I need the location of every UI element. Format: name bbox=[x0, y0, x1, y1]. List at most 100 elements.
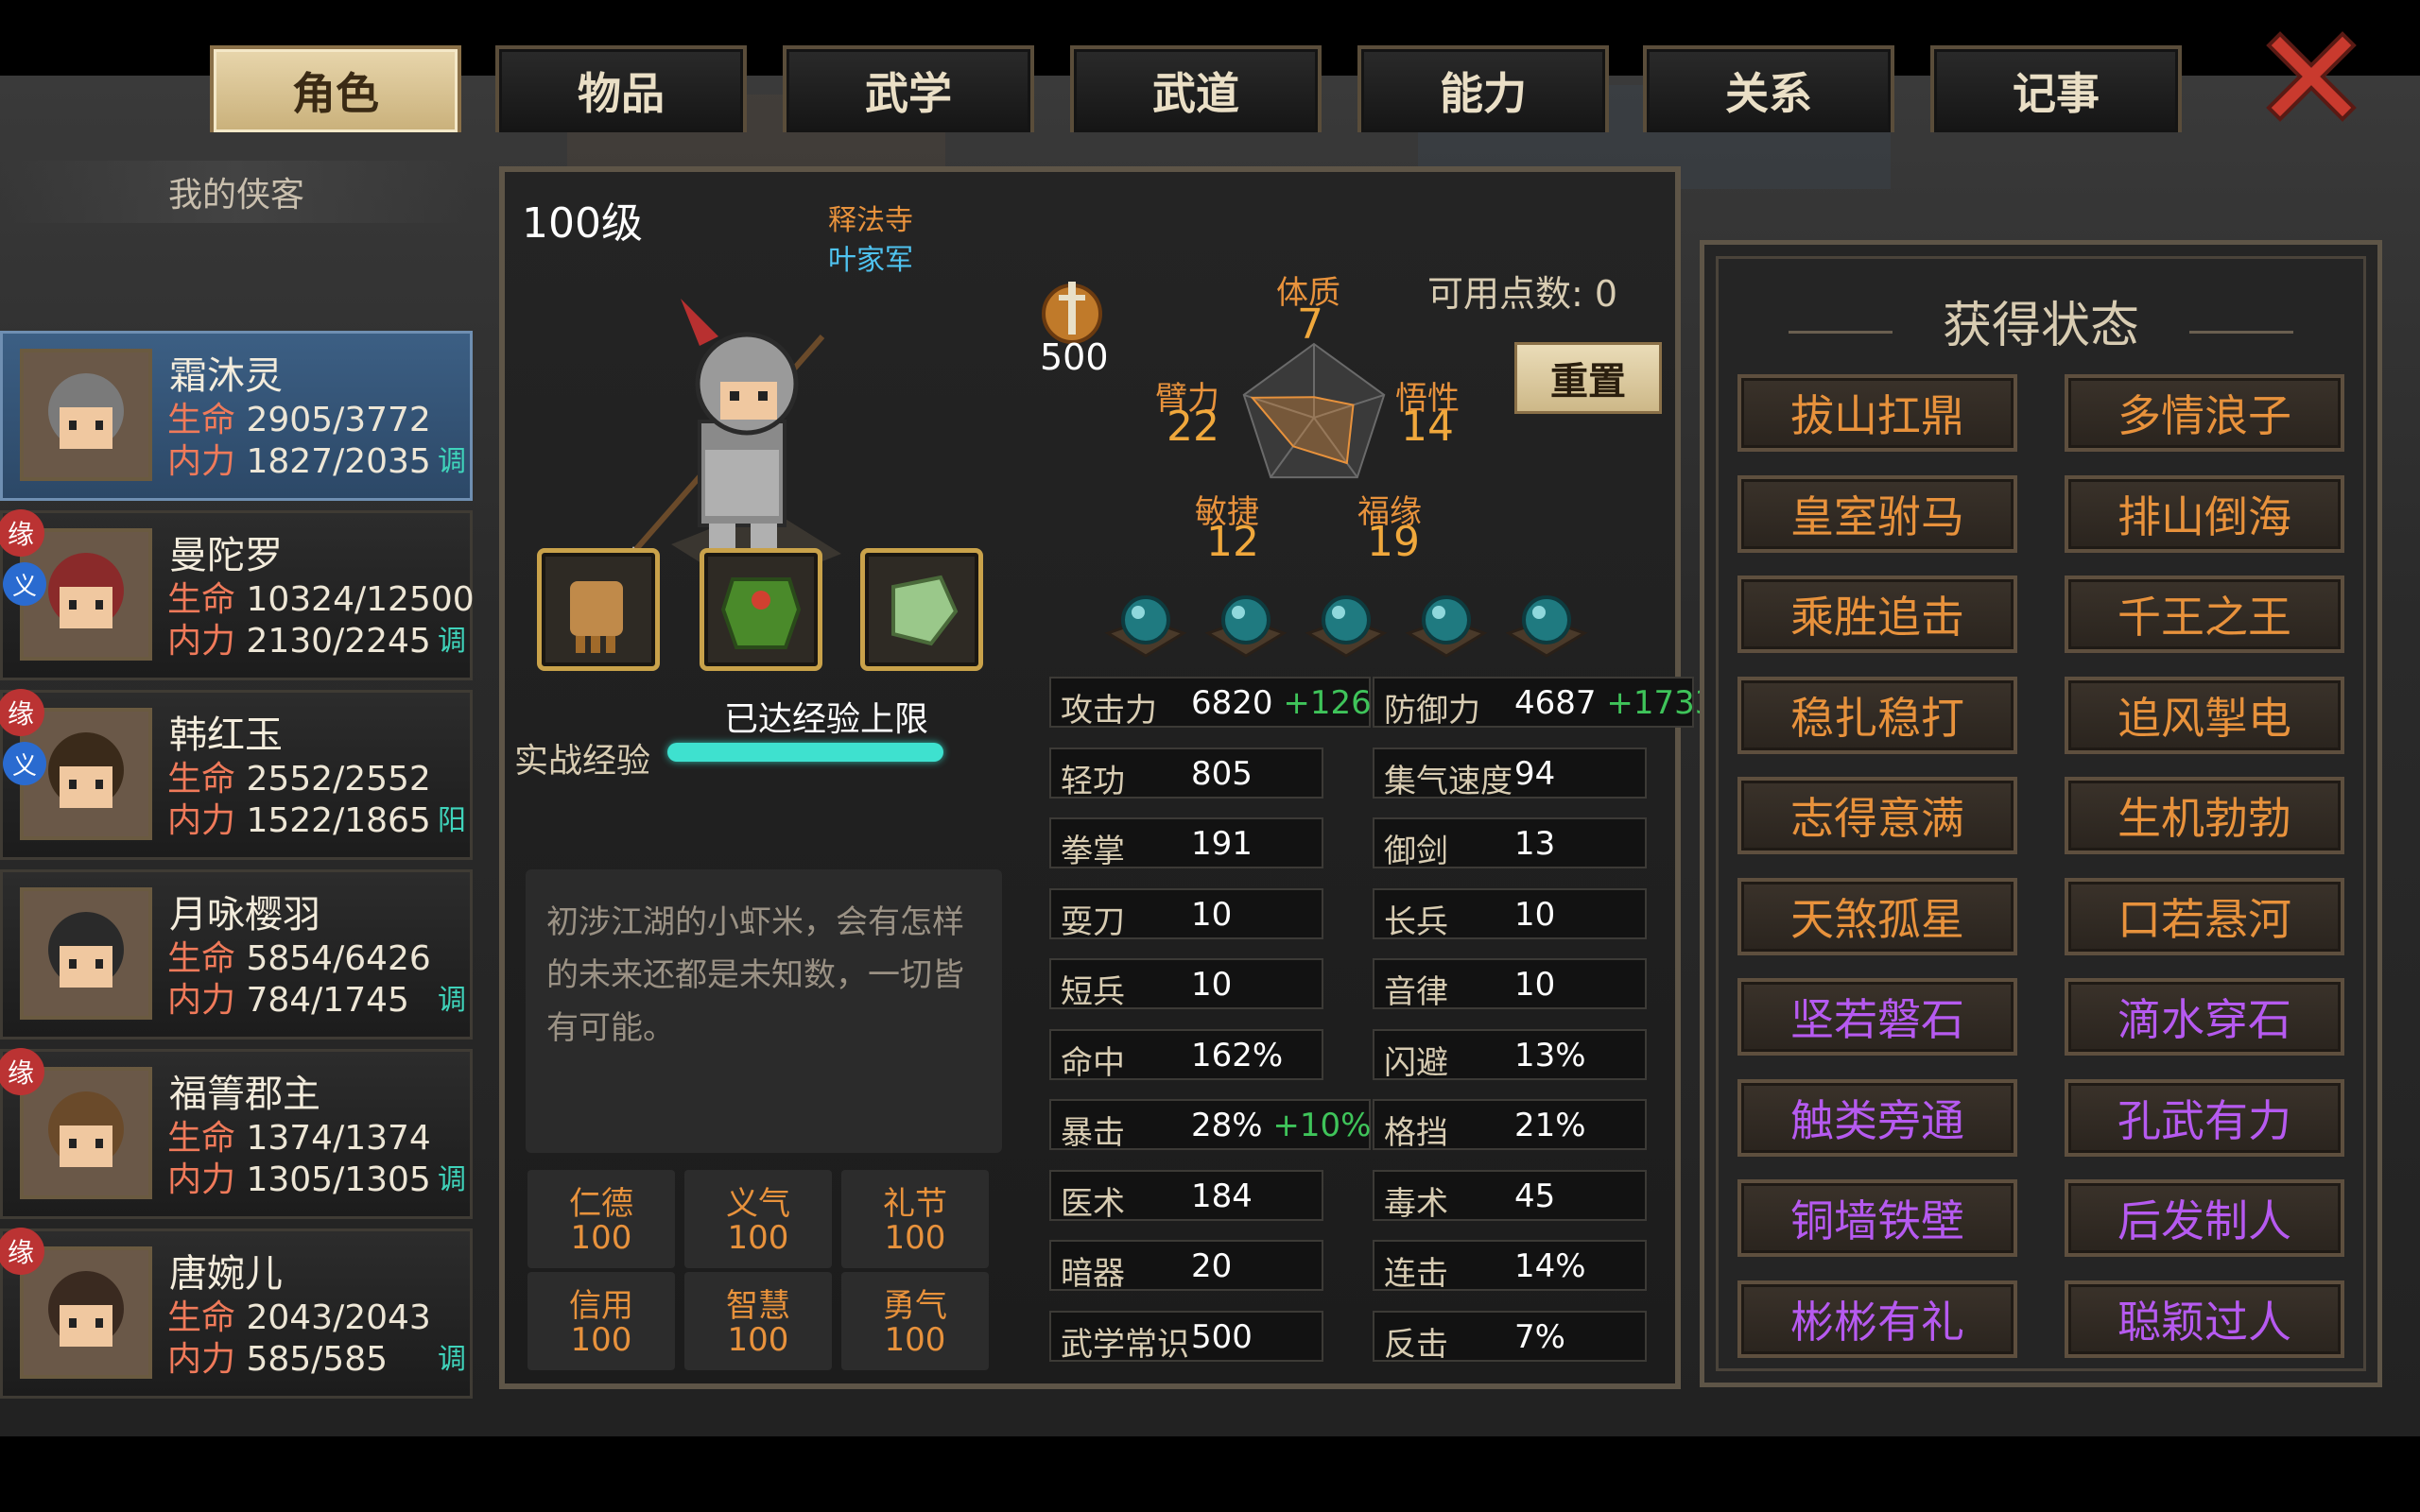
stat-value: 10 bbox=[1514, 896, 1555, 934]
roster-hero[interactable]: 缘义曼陀罗 生命 10324/12500 内力 2130/2245 调 bbox=[0, 509, 475, 680]
available-points-label: 可用点数: bbox=[1427, 273, 1583, 315]
gem-slot-icon[interactable] bbox=[1204, 586, 1288, 662]
status-trait-button[interactable]: 孔武有力 bbox=[2065, 1078, 2344, 1157]
virtue-name: 智慧 bbox=[726, 1287, 790, 1325]
roster-hero[interactable]: 月咏樱羽 生命 5854/6426 内力 784/1745 调 bbox=[0, 869, 473, 1040]
stat-number: 94 bbox=[1514, 754, 1556, 793]
stat-name: 耍刀 bbox=[1061, 902, 1125, 941]
available-points: 可用点数: 0 bbox=[1427, 265, 1617, 317]
roster-hero[interactable]: 缘义韩红玉 生命 2552/2552 内力 1522/1865 阳 bbox=[0, 689, 473, 860]
stat-name: 轻功 bbox=[1061, 762, 1125, 800]
exp-bar bbox=[667, 743, 943, 762]
virtue-stat: 勇气 100 bbox=[841, 1272, 989, 1370]
status-trait-button[interactable]: 滴水穿石 bbox=[2065, 978, 2344, 1056]
available-points-value: 0 bbox=[1594, 273, 1618, 315]
equip-slot-accessory[interactable] bbox=[860, 548, 983, 671]
hero-tag[interactable]: 阳 bbox=[438, 797, 466, 838]
status-trait-button[interactable]: 生机勃勃 bbox=[2065, 777, 2344, 854]
gloves-icon bbox=[570, 581, 623, 653]
stat-value: 20 bbox=[1191, 1247, 1232, 1285]
status-trait-button[interactable]: 乘胜追击 bbox=[1737, 576, 2017, 653]
status-trait-button[interactable]: 追风掣电 bbox=[2065, 676, 2344, 754]
close-icon[interactable] bbox=[2259, 25, 2363, 129]
stat-number: 191 bbox=[1191, 825, 1253, 863]
hero-tag[interactable]: 调 bbox=[438, 1335, 466, 1377]
stat-row: 武学常识 500 bbox=[1049, 1310, 1323, 1364]
stat-value: 45 bbox=[1514, 1177, 1555, 1215]
stat-number: 10 bbox=[1191, 966, 1233, 1004]
mp-value: 784/1745 bbox=[246, 981, 409, 1020]
virtue-stat: 礼节 100 bbox=[841, 1170, 989, 1268]
hero-tag[interactable]: 调 bbox=[438, 438, 466, 479]
roster-hero[interactable]: 缘唐婉儿 生命 2043/2043 内力 585/585 调 bbox=[0, 1228, 473, 1399]
tab-martial-arts[interactable]: 武学 bbox=[783, 45, 1034, 132]
tab-character[interactable]: 角色 bbox=[210, 45, 461, 132]
virtue-name: 礼节 bbox=[883, 1185, 947, 1223]
status-trait-button[interactable]: 铜墙铁壁 bbox=[1737, 1179, 2017, 1257]
status-trait-button[interactable]: 彬彬有礼 bbox=[1737, 1280, 2017, 1358]
hero-tag[interactable]: 调 bbox=[438, 617, 466, 659]
stat-name: 毒术 bbox=[1384, 1184, 1448, 1223]
status-trait-button[interactable]: 志得意满 bbox=[1737, 777, 2017, 854]
mp-label: 内力 bbox=[167, 1340, 236, 1379]
status-trait-button[interactable]: 天煞孤星 bbox=[1737, 877, 2017, 955]
stat-row: 反击 7% bbox=[1373, 1310, 1647, 1364]
stat-row: 连击 14% bbox=[1373, 1240, 1647, 1293]
roster-hero[interactable]: 霜沐灵 生命 2905/3772 内力 1827/2035 调 bbox=[0, 331, 473, 501]
status-trait-button[interactable]: 拔山扛鼎 bbox=[1737, 374, 2017, 452]
hero-tag[interactable]: 调 bbox=[438, 976, 466, 1018]
stat-name: 连击 bbox=[1384, 1255, 1448, 1293]
status-trait-button[interactable]: 排山倒海 bbox=[2065, 474, 2344, 553]
hero-mp: 内力 1305/1305 bbox=[167, 1152, 431, 1201]
tab-journal[interactable]: 记事 bbox=[1930, 45, 2182, 132]
tab-relations[interactable]: 关系 bbox=[1643, 45, 1894, 132]
stat-name: 闪避 bbox=[1384, 1043, 1448, 1082]
mp-label: 内力 bbox=[167, 622, 236, 661]
stat-number: 20 bbox=[1191, 1247, 1233, 1285]
status-trait-button[interactable]: 坚若磐石 bbox=[1737, 978, 2017, 1056]
equip-slot-armor[interactable] bbox=[700, 548, 822, 671]
virtue-name: 信用 bbox=[569, 1287, 633, 1325]
status-trait-button[interactable]: 稳扎稳打 bbox=[1737, 676, 2017, 754]
stat-name: 集气速度 bbox=[1384, 762, 1512, 800]
mp-label: 内力 bbox=[167, 442, 236, 481]
attribute-value: 19 bbox=[1367, 518, 1420, 566]
status-trait-button[interactable]: 后发制人 bbox=[2065, 1179, 2344, 1257]
status-trait-button[interactable]: 千王之王 bbox=[2065, 576, 2344, 653]
stat-value: 28% +10% bbox=[1191, 1107, 1371, 1144]
stat-number: 13% bbox=[1514, 1036, 1586, 1074]
status-trait-button[interactable]: 触类旁通 bbox=[1737, 1078, 2017, 1157]
gem-slot-icon[interactable] bbox=[1405, 586, 1488, 662]
stat-row: 集气速度 94 bbox=[1373, 747, 1647, 800]
virtue-stat: 义气 100 bbox=[684, 1170, 832, 1268]
stat-name: 反击 bbox=[1384, 1325, 1448, 1364]
status-trait-button[interactable]: 皇室驸马 bbox=[1737, 474, 2017, 553]
stat-row: 医术 184 bbox=[1049, 1169, 1323, 1223]
attribute-value: 12 bbox=[1206, 518, 1259, 566]
stat-number: 7% bbox=[1514, 1317, 1565, 1356]
stat-name: 防御力 bbox=[1384, 692, 1480, 730]
tab-abilities[interactable]: 能力 bbox=[1357, 45, 1609, 132]
stat-row: 短兵 10 bbox=[1049, 958, 1323, 1011]
gem-slot-icon[interactable] bbox=[1305, 586, 1388, 662]
virtue-value: 100 bbox=[727, 1321, 789, 1359]
stat-name: 音律 bbox=[1384, 973, 1448, 1011]
reset-button[interactable]: 重置 bbox=[1514, 342, 1662, 414]
gem-slot-icon[interactable] bbox=[1104, 586, 1187, 662]
stat-row: 耍刀 10 bbox=[1049, 887, 1323, 941]
mp-label: 内力 bbox=[167, 1160, 236, 1199]
stat-number: 14% bbox=[1514, 1247, 1586, 1285]
status-trait-button[interactable]: 口若悬河 bbox=[2065, 877, 2344, 955]
tab-items[interactable]: 物品 bbox=[495, 45, 747, 132]
stat-row: 防御力 4687 +1733 bbox=[1373, 677, 1715, 730]
mp-label: 内力 bbox=[167, 981, 236, 1020]
equip-slot-gloves[interactable] bbox=[537, 548, 660, 671]
virtue-value: 100 bbox=[570, 1321, 632, 1359]
status-trait-button[interactable]: 多情浪子 bbox=[2065, 374, 2344, 452]
hero-tag[interactable]: 调 bbox=[438, 1156, 466, 1197]
roster-hero[interactable]: 缘福箐郡主 生命 1374/1374 内力 1305/1305 调 bbox=[0, 1048, 473, 1219]
gem-slot-icon[interactable] bbox=[1505, 586, 1588, 662]
status-trait-button[interactable]: 聪颖过人 bbox=[2065, 1280, 2344, 1358]
tab-martial-way[interactable]: 武道 bbox=[1070, 45, 1322, 132]
stat-value: 6820 +1264 bbox=[1191, 684, 1392, 722]
